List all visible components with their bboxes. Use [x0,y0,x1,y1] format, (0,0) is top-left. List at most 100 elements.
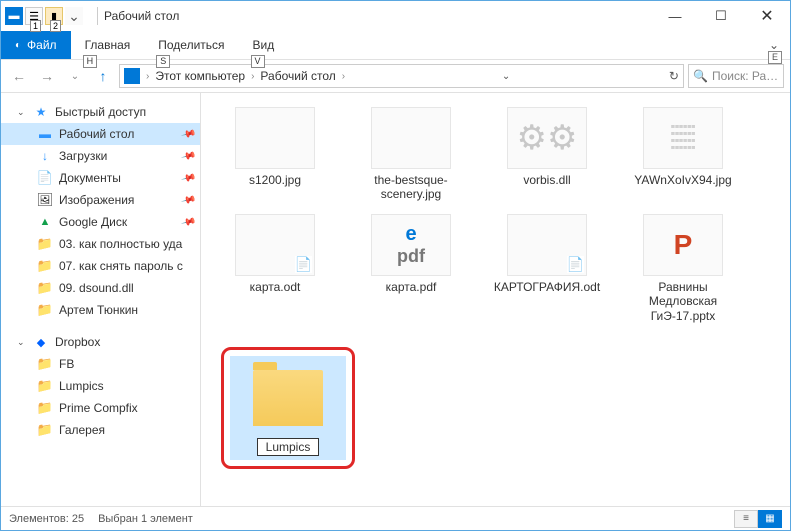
file-item[interactable]: карта.odt [221,214,329,323]
file-tab[interactable]: ◐ Файл [1,31,71,59]
minimize-button[interactable]: — [652,1,698,31]
star-icon [33,104,49,120]
tab-share[interactable]: Поделиться S [144,33,238,57]
breadcrumb[interactable]: Этот компьютер [155,69,245,83]
sidebar-item[interactable]: Рабочий стол 📌 [1,123,200,145]
folder-icon [248,362,328,434]
address-row: ← → ⌄ ↑ › Этот компьютер › Рабочий стол … [1,59,790,93]
file-item[interactable]: PРавнины Медловская ГиЭ-17.pptx [629,214,737,323]
file-item-selected[interactable]: Lumpics [230,356,346,460]
sidebar-item-label: 03. как полностью уда [59,237,182,251]
sidebar-item-label: Prime Compfix [59,401,138,415]
file-item[interactable]: КАРТОГРАФИЯ.odt [493,214,601,323]
sidebar-item[interactable]: Изображения 📌 [1,189,200,211]
sidebar-item[interactable]: Артем Тюнкин [1,299,200,321]
sidebar-item-label: 09. dsound.dll [59,281,134,295]
pin-icon: 📌 [180,126,196,142]
tab-label: Поделиться [158,38,224,52]
file-label: Равнины Медловская ГиЭ-17.pptx [629,280,737,323]
sidebar-item[interactable]: Google Диск 📌 [1,211,200,233]
chevron-right-icon[interactable]: › [342,71,345,82]
close-button[interactable]: ✕ [744,1,790,31]
sidebar-item[interactable]: Lumpics [1,375,200,397]
dropbox-icon [33,334,49,350]
file-label-editing[interactable]: Lumpics [257,438,320,456]
sidebar-item[interactable]: 07. как снять пароль с [1,255,200,277]
qat-newfolder-icon[interactable]: ▮ [45,7,63,25]
qat-dropdown-icon[interactable]: ⌄ [65,7,83,25]
breadcrumb[interactable]: Рабочий стол [260,69,335,83]
gear-icon: ⚙⚙ [517,118,578,158]
tab-view[interactable]: Вид V [239,33,289,57]
sidebar-quick-access[interactable]: ⌄ Быстрый доступ [1,101,200,123]
sidebar-group-label: Быстрый доступ [55,105,146,119]
file-label: КАРТОГРАФИЯ.odt [494,280,600,294]
sidebar-item-label: FB [59,357,74,371]
file-label: карта.pdf [386,280,437,294]
sidebar-item-label: Загрузки [59,149,107,163]
file-item[interactable]: the-bestsque-scenery.jpg [357,107,465,202]
sidebar-item[interactable]: 09. dsound.dll [1,277,200,299]
hotkey-badge: S [156,55,170,68]
tab-label: Главная [85,38,131,52]
ico-folder [37,302,53,318]
tab-home[interactable]: Главная H [71,33,145,57]
sidebar-item[interactable]: FB [1,353,200,375]
ico-img [37,192,53,208]
ribbon: ◐ Файл Главная H Поделиться S Вид V ⌄ E [1,31,790,59]
qat-properties-icon[interactable]: ☰ [25,7,43,25]
forward-button[interactable]: → [35,64,59,88]
sidebar-group-label: Dropbox [55,335,100,349]
sidebar-item[interactable]: Документы 📌 [1,167,200,189]
location-icon [124,68,140,84]
ico-down [37,148,53,164]
file-item[interactable]: ⚙⚙vorbis.dll [493,107,601,202]
file-tab-label: Файл [27,38,57,52]
tab-label: Вид [253,38,275,52]
sidebar-item[interactable]: Загрузки 📌 [1,145,200,167]
file-item[interactable]: s1200.jpg [221,107,329,202]
edge-icon: e [405,223,416,246]
navigation-pane: ⌄ Быстрый доступ Рабочий стол 📌 Загрузки… [1,93,201,506]
app-icon[interactable]: ▬ [5,7,23,25]
ico-folder [37,258,53,274]
file-item[interactable]: epdfкарта.pdf [357,214,465,323]
highlight-annotation: Lumpics [221,347,355,469]
status-count: Элементов: 25 [9,513,84,525]
collapse-icon[interactable]: ⌄ [17,107,27,118]
sidebar-item-label: Артем Тюнкин [59,303,138,317]
file-label: s1200.jpg [249,173,301,187]
file-label: карта.odt [250,280,301,294]
pin-icon: 📌 [180,214,196,230]
pin-icon: 📌 [180,192,196,208]
ico-desk [37,126,53,142]
file-item[interactable]: ≡≡≡≡≡≡≡≡≡≡≡≡≡≡≡≡≡≡≡≡≡≡≡≡YAWnXoIvX94.jpg [629,107,737,202]
sidebar-item-label: 07. как снять пароль с [59,259,183,273]
sidebar-item[interactable]: Prime Compfix [1,397,200,419]
search-icon: 🔍 [693,69,708,83]
window-title: Рабочий стол [104,9,179,23]
sidebar-item[interactable]: Галерея [1,419,200,441]
refresh-icon[interactable]: ↻ [669,69,679,83]
sidebar-dropbox[interactable]: ⌄ Dropbox [1,331,200,353]
view-details-button[interactable]: ≡ [734,510,758,528]
sidebar-item[interactable]: 03. как полностью уда [1,233,200,255]
address-bar[interactable]: › Этот компьютер › Рабочий стол › ⌄ ↻ [119,64,684,88]
ribbon-expand-button[interactable]: ⌄ E [762,33,786,57]
chevron-right-icon[interactable]: › [146,71,149,82]
ico-gdrive [37,214,53,230]
file-pane[interactable]: s1200.jpg the-bestsque-scenery.jpg ⚙⚙vorbi… [201,93,790,506]
sidebar-item-label: Документы [59,171,121,185]
ico-folder [37,280,53,296]
view-icons-button[interactable]: ▦ [758,510,782,528]
search-input[interactable]: 🔍 Поиск: Ра… [688,64,784,88]
collapse-icon[interactable]: ⌄ [17,337,27,348]
pin-icon: 📌 [180,170,196,186]
back-button[interactable]: ← [7,64,31,88]
addr-dropdown-icon[interactable]: ⌄ [502,71,510,82]
sidebar-item-label: Lumpics [59,379,104,393]
folder-icon [37,378,53,394]
sidebar-item-label: Галерея [59,423,105,437]
maximize-button[interactable]: ☐ [698,1,744,31]
chevron-right-icon[interactable]: › [251,71,254,82]
